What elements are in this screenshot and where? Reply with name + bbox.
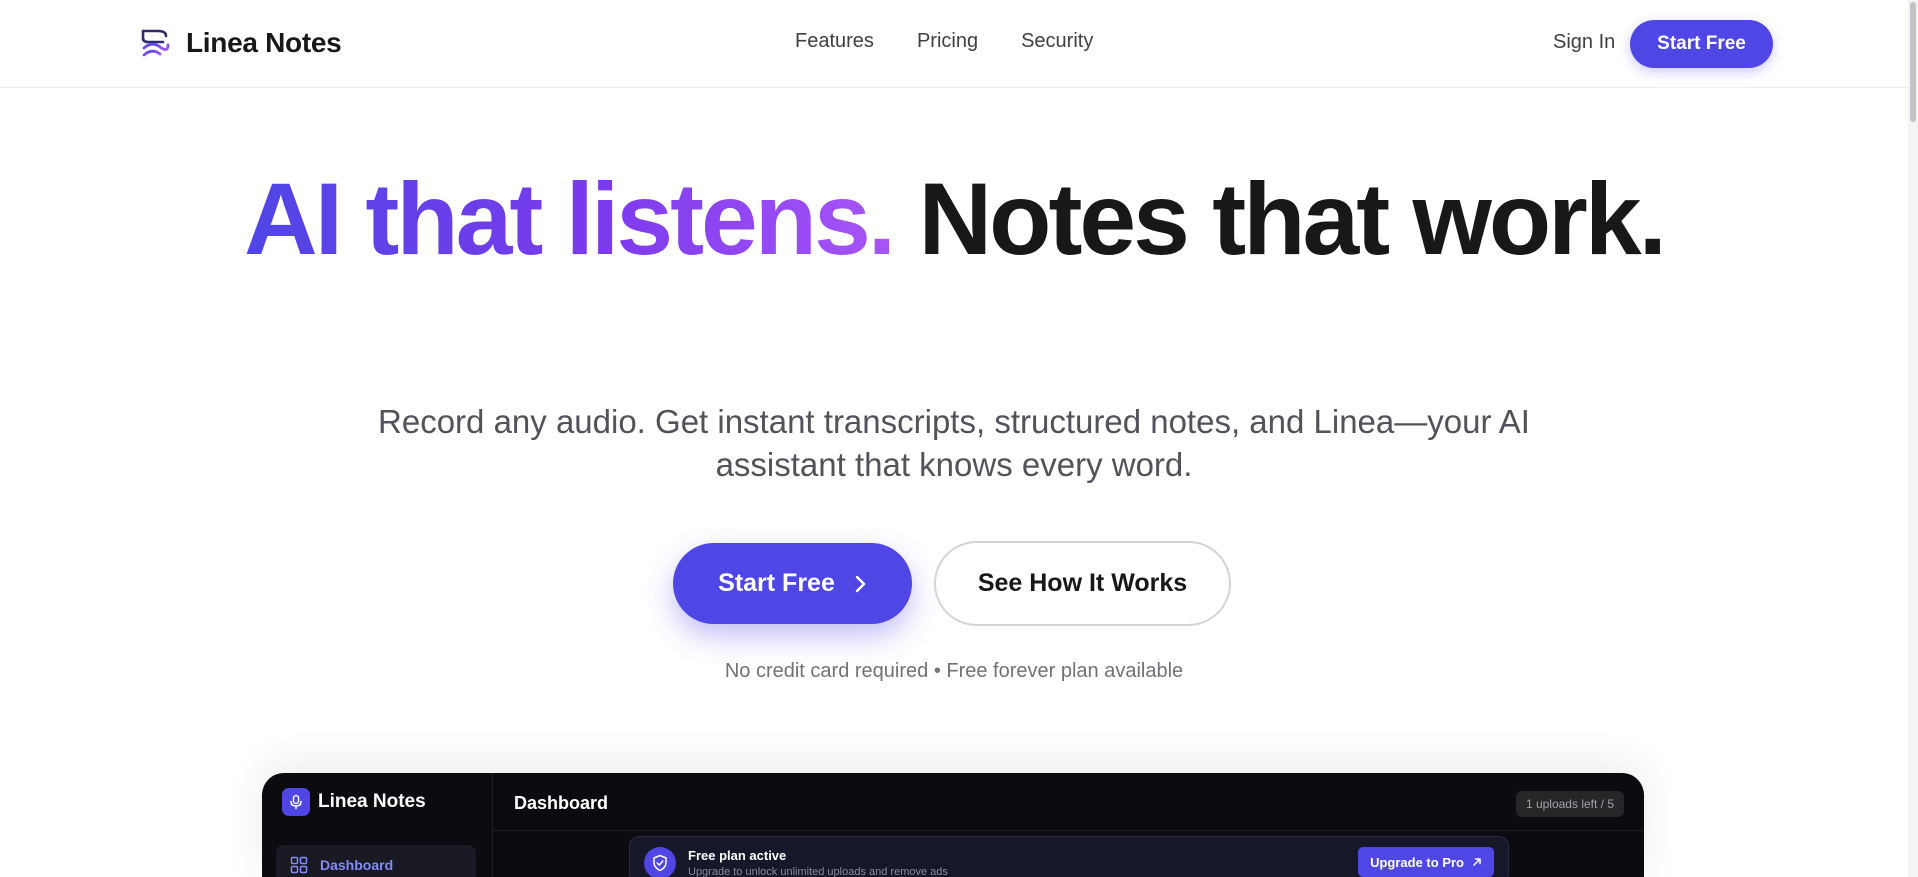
preview-sidebar-item-dashboard[interactable]: Dashboard bbox=[276, 845, 476, 877]
preview-sidebar-item-label: Dashboard bbox=[320, 857, 394, 873]
app-preview: Linea Notes Dashboard Dashboard 1 upload… bbox=[262, 773, 1644, 877]
wave-stack-logo-icon bbox=[141, 29, 170, 57]
nav-start-free-button[interactable]: Start Free bbox=[1630, 20, 1773, 68]
hero-start-free-label: Start Free bbox=[718, 569, 835, 597]
see-how-it-works-button[interactable]: See How It Works bbox=[934, 541, 1231, 626]
uploads-left-badge: 1 uploads left / 5 bbox=[1515, 791, 1624, 817]
microphone-icon bbox=[282, 788, 310, 816]
hero-start-free-button[interactable]: Start Free bbox=[673, 543, 912, 624]
upgrade-button-label: Upgrade to Pro bbox=[1370, 854, 1464, 870]
preview-brand: Linea Notes bbox=[282, 788, 426, 816]
page-scrollbar[interactable] bbox=[1908, 0, 1918, 877]
hero-title-rest: Notes that work. bbox=[918, 162, 1667, 276]
brand-name: Linea Notes bbox=[186, 27, 342, 58]
nav-link-features[interactable]: Features bbox=[795, 30, 874, 53]
upgrade-to-pro-button[interactable]: Upgrade to Pro bbox=[1358, 847, 1494, 877]
nav-link-pricing[interactable]: Pricing bbox=[917, 30, 978, 53]
top-navbar: Linea Notes Features Pricing Security Si… bbox=[0, 0, 1908, 88]
brand-link[interactable]: Linea Notes bbox=[138, 26, 342, 60]
banner-title: Free plan active bbox=[688, 848, 787, 863]
banner-subtitle: Upgrade to unlock unlimited uploads and … bbox=[688, 866, 948, 877]
arrow-up-right-icon bbox=[1473, 858, 1481, 866]
preview-sidebar: Linea Notes Dashboard bbox=[262, 773, 493, 877]
nav-link-security[interactable]: Security bbox=[1021, 30, 1093, 53]
grid-icon bbox=[290, 856, 308, 874]
preview-brand-name: Linea Notes bbox=[318, 791, 426, 812]
hero-title: AI that listens. Notes that work. bbox=[0, 168, 1908, 270]
shield-check-icon bbox=[644, 847, 676, 877]
nav-links: Features Pricing Security bbox=[795, 30, 1093, 53]
preview-header-title: Dashboard bbox=[514, 793, 609, 813]
sign-in-link[interactable]: Sign In bbox=[1553, 31, 1615, 54]
hero-note: No credit card required • Free forever p… bbox=[724, 660, 1184, 682]
chevron-right-icon bbox=[855, 575, 866, 592]
hero-subtitle: Record any audio. Get instant transcript… bbox=[378, 403, 1530, 483]
scrollbar-thumb[interactable] bbox=[1910, 2, 1916, 122]
hero-title-highlight: AI that listens. bbox=[244, 162, 896, 276]
free-plan-banner: Free plan active Upgrade to unlock unlim… bbox=[629, 836, 1509, 877]
preview-header-divider bbox=[493, 830, 1644, 831]
